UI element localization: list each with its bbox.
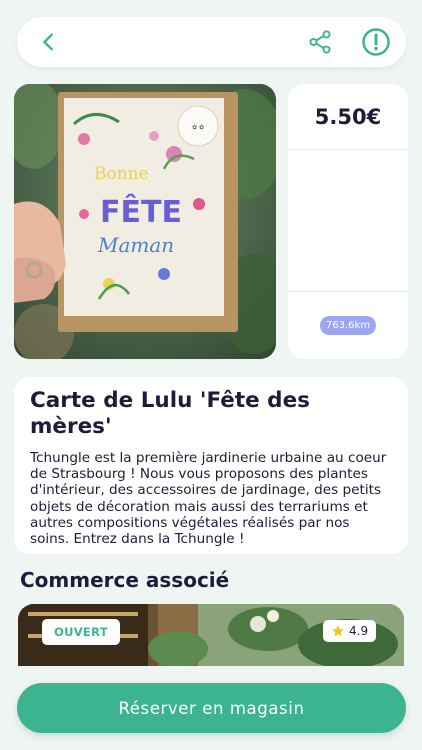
status-badge: OUVERT [42, 619, 120, 645]
shop-section-title: Commerce associé [20, 568, 230, 592]
card-text-line3: Maman [97, 233, 174, 257]
shop-card[interactable]: OUVERT 4.9 [18, 604, 404, 666]
rating-value: 4.9 [349, 624, 369, 638]
share-icon [309, 30, 331, 54]
product-description: Tchungle est la première jardinerie urba… [30, 450, 387, 548]
chevron-left-icon [43, 33, 53, 51]
reserve-in-store-button[interactable]: Réserver en magasin [17, 683, 406, 733]
card-text-line1: Bonne [94, 164, 149, 184]
svg-text:✿ ✿: ✿ ✿ [192, 124, 204, 131]
alert-circle-icon [362, 28, 390, 56]
product-photo-illustration: ✿ ✿ Bonne FÊTE Maman [14, 84, 276, 359]
price-label: 5.50€ [288, 84, 408, 150]
star-icon [332, 625, 344, 637]
description-card: Carte de Lulu 'Fête des mères' Tchungle … [14, 377, 408, 554]
info-section [288, 150, 408, 292]
share-button[interactable] [298, 17, 342, 67]
report-button[interactable] [354, 17, 398, 67]
product-info-card: 5.50€ 763.6km [288, 84, 408, 359]
top-bar [17, 17, 406, 67]
back-button[interactable] [27, 17, 71, 67]
product-title: Carte de Lulu 'Fête des mères' [30, 388, 310, 439]
distance-badge: 763.6km [319, 316, 377, 335]
product-image[interactable]: ✿ ✿ Bonne FÊTE Maman [14, 84, 276, 359]
distance-container: 763.6km [288, 292, 408, 359]
rating-badge: 4.9 [323, 620, 377, 642]
card-text-line2: FÊTE [100, 194, 182, 230]
